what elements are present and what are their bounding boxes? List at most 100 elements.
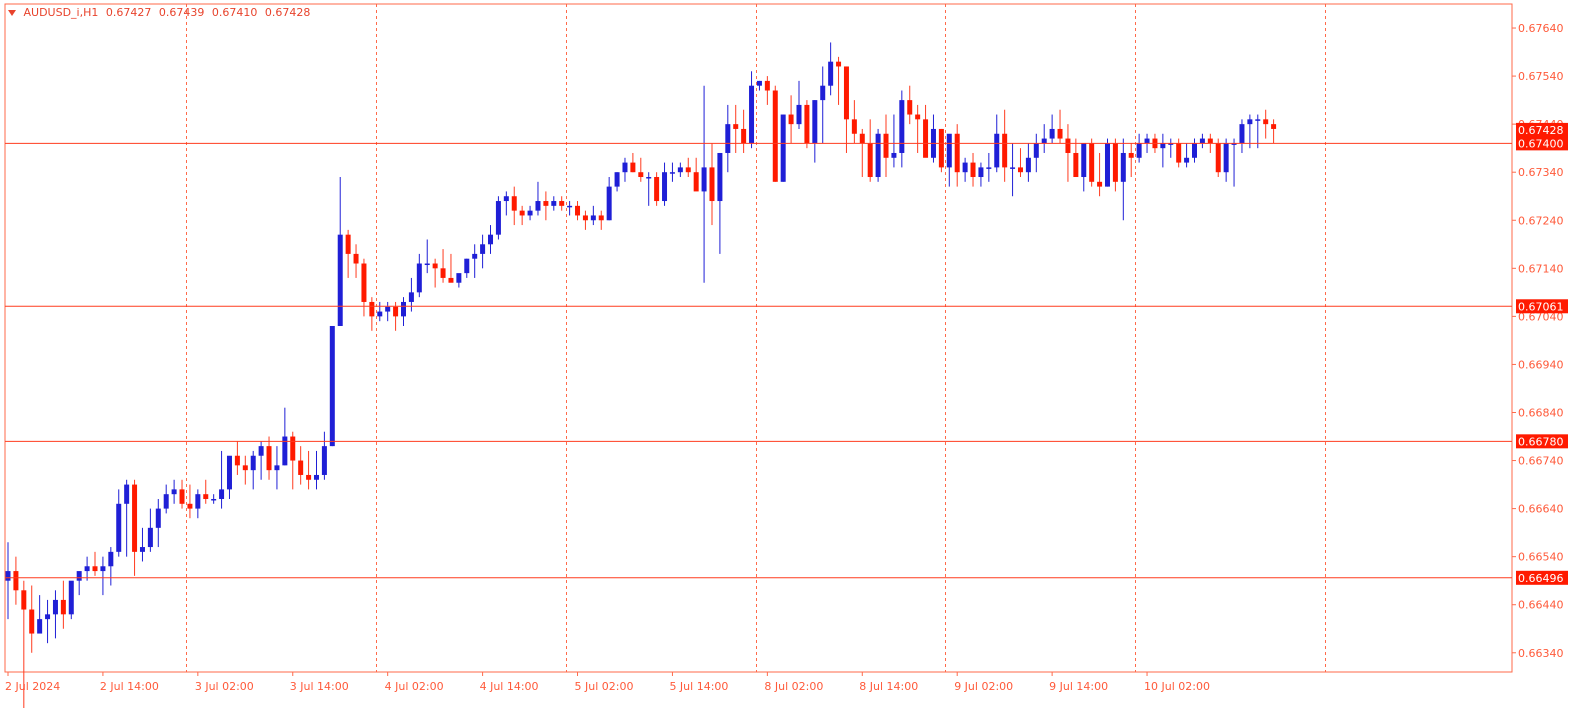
candle-body [464, 258, 470, 274]
ohlc-close: 0.67428 [264, 6, 311, 19]
candle-body [274, 465, 280, 471]
ohlc-open: 0.67427 [105, 6, 152, 19]
candle-body [1057, 128, 1063, 139]
y-tick-label: 0.66640 [1518, 503, 1564, 516]
collapse-triangle-icon[interactable] [8, 10, 16, 16]
candle-body [851, 119, 857, 134]
level-price-tag-label: 0.67400 [1518, 137, 1564, 150]
candle-body [1160, 143, 1166, 149]
candle-body [353, 253, 359, 264]
y-tick-label: 0.67640 [1518, 22, 1564, 35]
candle-body [875, 133, 881, 178]
candle-body [836, 61, 842, 67]
candle-body [590, 215, 596, 221]
candle-body [725, 124, 731, 153]
candle-body [970, 162, 976, 178]
candle-body [1176, 143, 1182, 163]
x-tick-label: 3 Jul 14:00 [290, 680, 349, 693]
candle-body [582, 215, 588, 221]
candle-body [938, 128, 944, 168]
candle-body [385, 306, 391, 312]
symbol-header: AUDUSD_i,H1 0.67427 0.67439 0.67410 0.67… [8, 6, 314, 19]
candle-body [92, 566, 98, 572]
x-tick-label: 2 Jul 14:00 [100, 680, 159, 693]
candle-body [915, 114, 921, 120]
candle-body [313, 474, 319, 480]
candle-body [321, 446, 327, 475]
symbol-timeframe: AUDUSD_i,H1 [23, 6, 99, 19]
candle-body [401, 301, 406, 317]
candle-body [685, 167, 691, 173]
candle-body [29, 609, 35, 634]
candle-body [1017, 167, 1023, 173]
candle-body [899, 100, 905, 153]
candle-body [76, 571, 82, 581]
candle-body [116, 503, 122, 552]
candle-body [132, 484, 138, 552]
candle-body [219, 489, 225, 499]
candle-body [393, 306, 399, 317]
x-tick-label: 9 Jul 14:00 [1049, 680, 1108, 693]
candle-body [242, 465, 248, 471]
candle-body [21, 590, 27, 610]
candle-body [203, 494, 209, 499]
candle-body [828, 61, 834, 86]
y-tick-label: 0.67340 [1518, 166, 1564, 179]
candle-body [1207, 138, 1213, 144]
candle-body [511, 196, 517, 211]
candle-body [1120, 152, 1126, 182]
candle-body [1136, 143, 1142, 158]
candle-body [52, 599, 58, 615]
candle-body [820, 85, 826, 101]
candle-body [1089, 143, 1095, 182]
current-price-tag-label: 0.67428 [1518, 124, 1564, 137]
candle-body [250, 455, 256, 471]
candle-body [361, 263, 367, 302]
chart-area[interactable]: AUDUSD_i,H1 0.67427 0.67439 0.67410 0.67… [0, 0, 1586, 712]
candle-body [646, 177, 652, 179]
x-tick-label: 5 Jul 14:00 [669, 680, 728, 693]
candle-body [1247, 119, 1253, 125]
candle-body [907, 100, 913, 115]
candle-body [495, 201, 501, 235]
candle-body [654, 177, 660, 202]
level-price-tag-label: 0.66496 [1518, 572, 1564, 585]
candle-body [45, 614, 51, 620]
candle-body [266, 446, 272, 471]
candle-body [756, 80, 762, 86]
candle-body [329, 325, 335, 447]
candle-body [923, 119, 929, 158]
candle-body [598, 215, 604, 221]
candle-body [84, 566, 90, 572]
x-tick-label: 5 Jul 02:00 [575, 680, 634, 693]
plot-frame [4, 3, 1513, 673]
y-tick-label: 0.66540 [1518, 551, 1564, 564]
candle-body [5, 571, 11, 581]
candle-body [519, 210, 525, 216]
candle-body [741, 128, 747, 144]
x-tick-label: 4 Jul 02:00 [385, 680, 444, 693]
y-tick-label: 0.67140 [1518, 262, 1564, 275]
x-tick-label: 2 Jul 2024 [5, 680, 60, 693]
candle-body [946, 133, 952, 168]
candle-body [630, 162, 636, 173]
price-chart[interactable]: 0.676400.675400.674400.673400.672400.671… [0, 0, 1586, 712]
candle-body [772, 90, 778, 182]
candle-body [1073, 152, 1079, 178]
candle-body [859, 133, 865, 144]
x-tick-label: 3 Jul 02:00 [195, 680, 254, 693]
y-tick-label: 0.66940 [1518, 358, 1564, 371]
candle-body [804, 104, 810, 144]
y-tick-label: 0.67540 [1518, 70, 1564, 83]
candle-body [669, 172, 675, 174]
candle-body [1239, 124, 1245, 144]
candle-body [543, 201, 549, 206]
candle-body [163, 494, 169, 509]
candle-body [527, 210, 533, 216]
candle-body [1199, 138, 1205, 144]
x-tick-label: 8 Jul 14:00 [859, 680, 918, 693]
candle-body [764, 80, 770, 91]
candle-body [978, 167, 984, 178]
candle-body [717, 152, 723, 202]
candle-body [843, 66, 849, 120]
